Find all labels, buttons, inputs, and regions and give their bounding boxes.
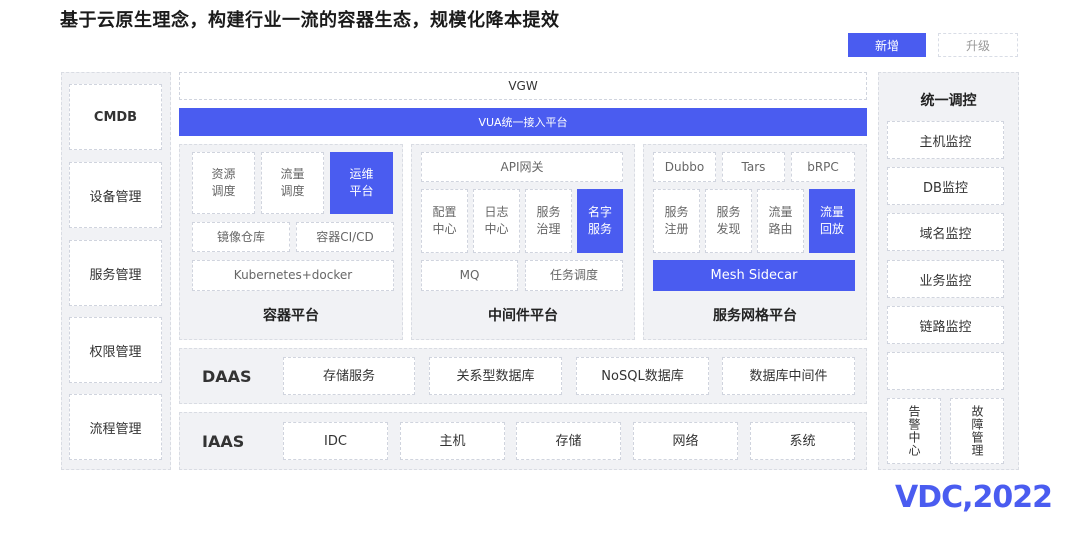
service-governance-card[interactable]: 服务 治理 — [525, 189, 572, 253]
iaas-item-idc[interactable]: IDC — [283, 422, 388, 460]
name-service-card[interactable]: 名字 服务 — [577, 189, 623, 253]
sidebar-item-cmdb[interactable]: CMDB — [69, 84, 162, 150]
sidebar-item-permission-mgmt[interactable]: 权限管理 — [69, 317, 162, 383]
unified-control-title: 统一调控 — [920, 93, 977, 109]
iaas-item-system[interactable]: 系统 — [750, 422, 855, 460]
log-center-card[interactable]: 日志 中心 — [473, 189, 520, 253]
add-button[interactable]: 新增 — [848, 33, 926, 57]
mirror-repo-card[interactable]: 镜像仓库 — [192, 222, 290, 252]
monitor-host[interactable]: 主机监控 — [887, 121, 1004, 159]
api-gateway-card[interactable]: API网关 — [421, 152, 623, 182]
service-discover-card[interactable]: 服务 发现 — [705, 189, 752, 253]
iaas-label: IAAS — [202, 431, 245, 451]
daas-item-nosql-db[interactable]: NoSQL数据库 — [576, 357, 709, 395]
upgrade-button[interactable]: 升级 — [938, 33, 1018, 57]
dubbo-card[interactable]: Dubbo — [653, 152, 716, 182]
fault-mgmt-label: 故障管理 — [970, 405, 984, 457]
resource-scheduling-card[interactable]: 资源 调度 — [192, 152, 255, 214]
iaas-item-storage[interactable]: 存储 — [516, 422, 621, 460]
alert-center-card[interactable]: 告警中心 — [887, 398, 941, 464]
fault-mgmt-card[interactable]: 故障管理 — [950, 398, 1004, 464]
monitor-business[interactable]: 业务监控 — [887, 260, 1004, 298]
vgw-bar[interactable]: VGW — [179, 72, 867, 100]
traffic-scheduling-card[interactable]: 流量 调度 — [261, 152, 324, 214]
ops-platform-card[interactable]: 运维 平台 — [330, 152, 393, 214]
iaas-item-network[interactable]: 网络 — [633, 422, 738, 460]
traffic-replay-card[interactable]: 流量 回放 — [809, 189, 855, 253]
vdc-logo: VDC,2022 — [894, 480, 1053, 515]
daas-item-relational-db[interactable]: 关系型数据库 — [429, 357, 562, 395]
monitor-container[interactable]: 容器监控 — [887, 352, 1004, 390]
vua-bar[interactable]: VUA统一接入平台 — [179, 108, 867, 136]
service-register-card[interactable]: 服务 注册 — [653, 189, 700, 253]
traffic-route-card[interactable]: 流量 路由 — [757, 189, 804, 253]
task-scheduling-card[interactable]: 任务调度 — [525, 260, 623, 291]
container-platform-title: 容器平台 — [263, 308, 319, 324]
monitor-domain[interactable]: 域名监控 — [887, 213, 1004, 251]
mq-card[interactable]: MQ — [421, 260, 518, 291]
tars-card[interactable]: Tars — [722, 152, 785, 182]
sidebar-item-process-mgmt[interactable]: 流程管理 — [69, 394, 162, 460]
daas-item-storage-service[interactable]: 存储服务 — [283, 357, 415, 395]
daas-item-db-middleware[interactable]: 数据库中间件 — [722, 357, 855, 395]
config-center-card[interactable]: 配置 中心 — [421, 189, 468, 253]
mesh-sidecar-card[interactable]: Mesh Sidecar — [653, 260, 855, 291]
middleware-platform-title: 中间件平台 — [488, 308, 558, 324]
daas-label: DAAS — [202, 366, 252, 386]
iaas-item-host[interactable]: 主机 — [400, 422, 505, 460]
kubernetes-docker-card[interactable]: Kubernetes+docker — [192, 260, 394, 291]
monitor-trace[interactable]: 链路监控 — [887, 306, 1004, 344]
alert-center-label: 告警中心 — [907, 405, 921, 457]
brpc-card[interactable]: bRPC — [791, 152, 855, 182]
container-cicd-card[interactable]: 容器CI/CD — [296, 222, 394, 252]
monitor-db[interactable]: DB监控 — [887, 167, 1004, 205]
sidebar-item-service-mgmt[interactable]: 服务管理 — [69, 240, 162, 306]
sidebar-item-device-mgmt[interactable]: 设备管理 — [69, 162, 162, 228]
page-title: 基于云原生理念，构建行业一流的容器生态，规模化降本提效 — [60, 10, 560, 31]
mesh-platform-title: 服务网格平台 — [713, 308, 797, 324]
